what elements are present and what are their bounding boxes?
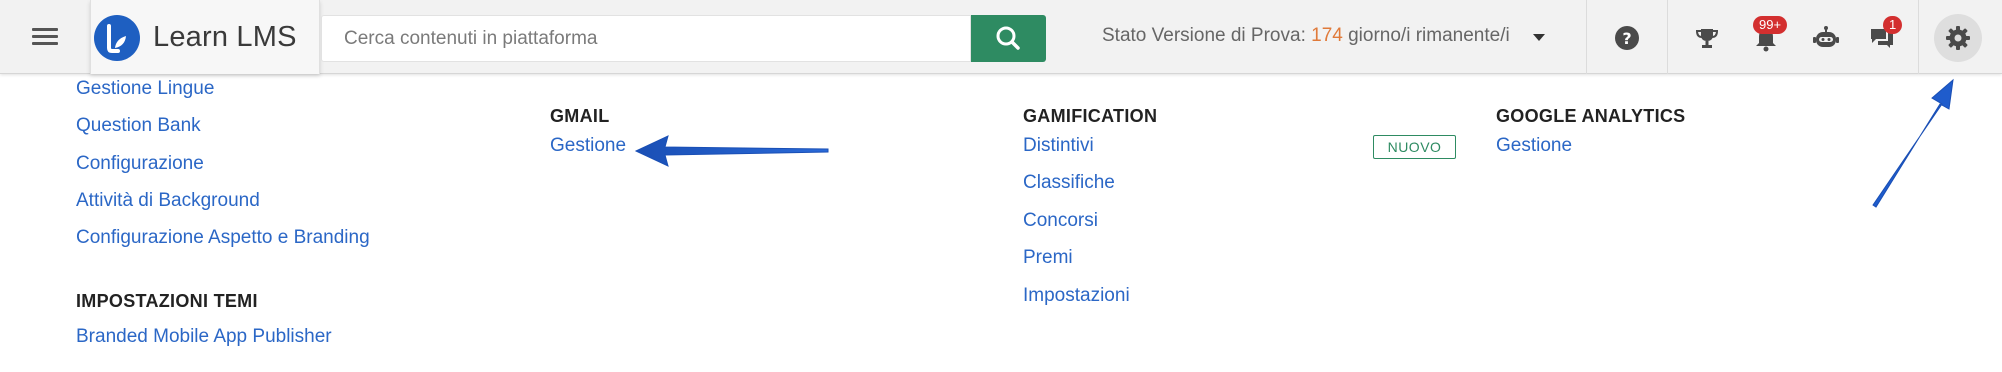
help-button[interactable]: ?	[1587, 0, 1667, 74]
svg-text:?: ?	[1622, 29, 1631, 48]
link-analytics-gestione[interactable]: Gestione	[1496, 135, 1572, 157]
top-navbar: Learn LMS Stato Versione di Prova: 174 g…	[0, 0, 2002, 74]
divider	[1918, 0, 1919, 74]
brand[interactable]: Learn LMS	[90, 0, 320, 74]
arrow-left-annotation	[634, 135, 829, 167]
search-button[interactable]	[971, 15, 1046, 62]
link-concorsi[interactable]: Concorsi	[1023, 210, 1098, 232]
section-title-gmail: GMAIL	[550, 106, 610, 126]
new-badge: NUOVO	[1373, 135, 1456, 159]
link-attivita-background[interactable]: Attività di Background	[76, 190, 260, 212]
link-configurazione[interactable]: Configurazione	[76, 153, 204, 175]
trial-status-suffix: giorno/i rimanente/i	[1342, 25, 1510, 46]
assistant-button[interactable]	[1808, 0, 1844, 74]
link-gestione-lingue[interactable]: Gestione Lingue	[76, 78, 214, 100]
help-icon: ?	[1615, 26, 1639, 50]
search-box	[321, 15, 971, 62]
section-title-google-analytics: GOOGLE ANALYTICS	[1496, 106, 1686, 126]
trophy-button[interactable]	[1690, 0, 1724, 74]
robot-icon	[1813, 26, 1839, 47]
trophy-icon	[1695, 29, 1719, 48]
brand-name: Learn LMS	[153, 21, 297, 53]
messages-button[interactable]: 1	[1866, 0, 1910, 74]
search-input[interactable]	[322, 16, 970, 61]
section-title-gamification: GAMIFICATION	[1023, 106, 1158, 126]
trial-status-prefix: Stato Versione di Prova:	[1102, 25, 1312, 46]
settings-button[interactable]	[1934, 14, 1982, 62]
section-title-impostazioni-temi: IMPOSTAZIONI TEMI	[76, 291, 258, 311]
messages-badge: 1	[1883, 16, 1903, 34]
notifications-badge: 99+	[1753, 16, 1788, 34]
link-branded-mobile-app[interactable]: Branded Mobile App Publisher	[76, 326, 332, 348]
link-premi[interactable]: Premi	[1023, 247, 1073, 269]
learn-logo	[94, 15, 140, 61]
notifications-button[interactable]: 99+	[1748, 0, 1788, 74]
caret-down-icon[interactable]	[1533, 34, 1545, 41]
link-configurazione-aspetto[interactable]: Configurazione Aspetto e Branding	[76, 227, 370, 249]
link-question-bank[interactable]: Question Bank	[76, 115, 201, 137]
gear-icon	[1946, 26, 1970, 50]
divider	[1667, 0, 1668, 74]
trial-days: 174	[1311, 25, 1343, 46]
link-gmail-gestione[interactable]: Gestione	[550, 135, 626, 157]
link-impostazioni[interactable]: Impostazioni	[1023, 285, 1130, 307]
search-icon	[996, 26, 1020, 50]
arrow-up-annotation	[1872, 78, 1954, 208]
link-classifiche[interactable]: Classifiche	[1023, 172, 1115, 194]
link-distintivi[interactable]: Distintivi	[1023, 135, 1094, 157]
trial-status[interactable]: Stato Versione di Prova: 174 giorno/i ri…	[1102, 25, 1510, 47]
menu-icon[interactable]	[30, 25, 60, 49]
